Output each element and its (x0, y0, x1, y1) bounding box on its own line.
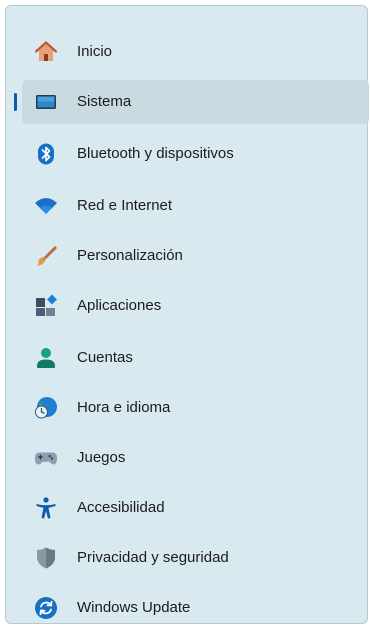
sidebar-item-label: Juegos (77, 449, 126, 466)
sidebar-item-label: Privacidad y seguridad (77, 549, 229, 566)
sidebar-item-hora-idioma[interactable]: Hora e idioma (22, 386, 369, 430)
sidebar-item-label: Hora e idioma (77, 399, 171, 416)
sidebar-item-sistema[interactable]: Sistema (14, 80, 369, 124)
sidebar-item-label: Windows Update (77, 599, 191, 616)
sidebar-item-red-internet[interactable]: Red e Internet (22, 184, 369, 228)
wifi-icon (34, 194, 58, 218)
sidebar-item-juegos[interactable]: Juegos (22, 436, 369, 480)
sidebar-item-personalizacion[interactable]: Personalización (22, 234, 369, 278)
sidebar-item-cuentas[interactable]: Cuentas (22, 336, 369, 380)
home-icon (34, 40, 58, 64)
sidebar-item-accesibilidad[interactable]: Accesibilidad (22, 486, 369, 530)
sidebar-item-inicio[interactable]: Inicio (22, 30, 369, 74)
sidebar-item-bluetooth[interactable]: Bluetooth y dispositivos (22, 132, 369, 176)
sidebar-item-label: Sistema (77, 93, 132, 110)
accessibility-icon (34, 496, 58, 520)
sidebar-item-label: Personalización (77, 247, 183, 264)
account-icon (34, 346, 58, 370)
sidebar-item-privacidad[interactable]: Privacidad y seguridad (22, 536, 369, 580)
shield-icon (34, 546, 58, 570)
apps-icon (34, 294, 58, 318)
sidebar-item-label: Cuentas (77, 349, 133, 366)
selection-indicator (14, 93, 17, 111)
sidebar-item-label: Red e Internet (77, 197, 173, 214)
sidebar-item-windows-update[interactable]: Windows Update (22, 586, 369, 630)
sidebar-item-aplicaciones[interactable]: Aplicaciones (22, 284, 369, 328)
sidebar-item-label: Aplicaciones (77, 297, 162, 314)
bluetooth-icon (34, 142, 58, 166)
clock-globe-icon (34, 396, 58, 420)
sidebar-item-label: Accesibilidad (77, 499, 165, 516)
update-icon (34, 596, 58, 620)
display-icon (34, 90, 58, 114)
settings-sidebar: Inicio Sistema Bluetooth y dispositivos (5, 5, 369, 624)
sidebar-item-label: Bluetooth y dispositivos (77, 145, 234, 162)
sidebar-item-label: Inicio (77, 43, 113, 60)
paintbrush-icon (34, 244, 58, 268)
gamepad-icon (34, 446, 58, 470)
